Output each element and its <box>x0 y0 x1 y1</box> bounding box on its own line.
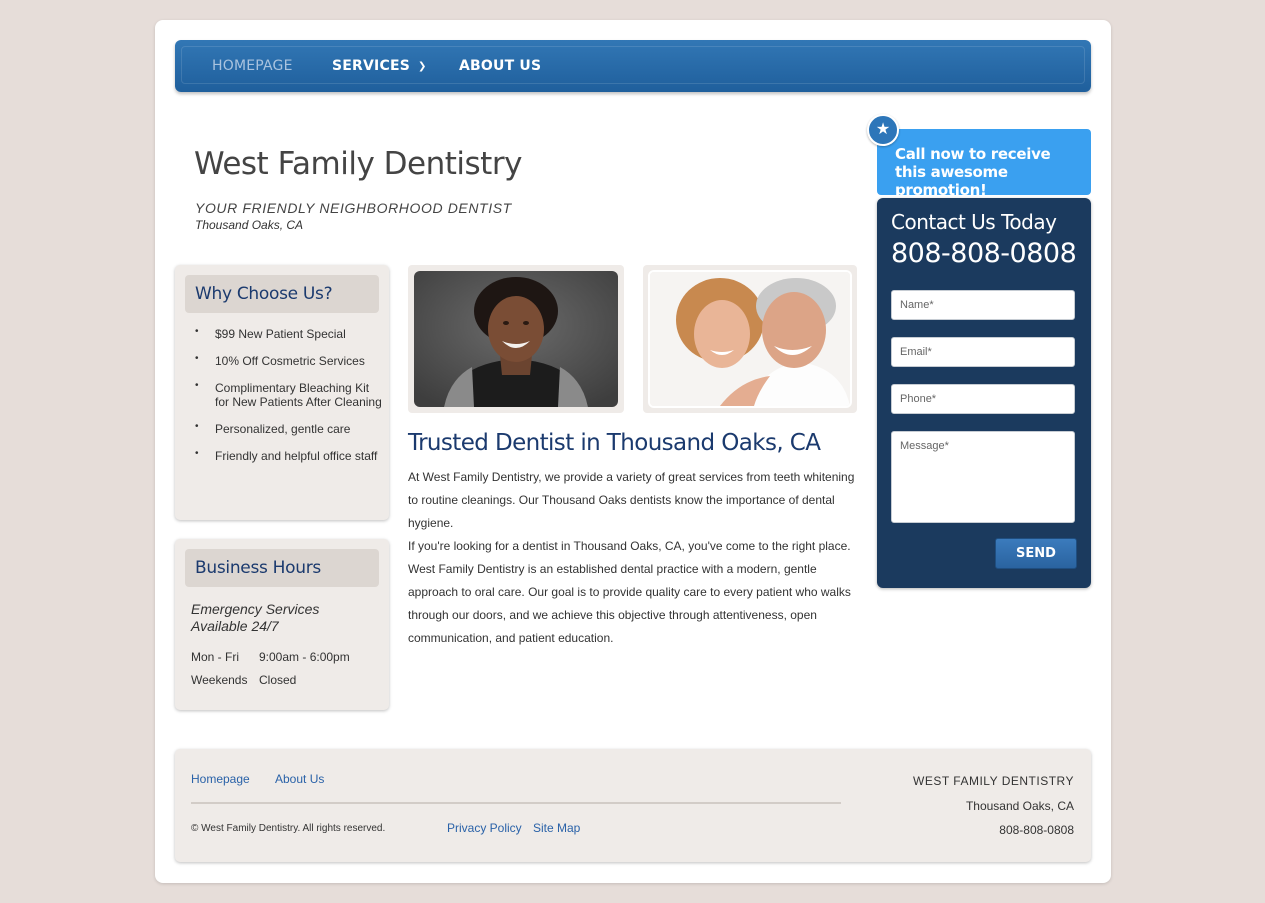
nav-about-label: ABOUT US <box>459 58 542 74</box>
hours-row: Weekends Closed <box>191 673 296 687</box>
nav-services[interactable]: SERVICES ❯ <box>332 40 427 92</box>
footer-phone: 808-808-0808 <box>999 823 1074 837</box>
hours-days: Mon - Fri <box>191 650 239 664</box>
phone-input[interactable] <box>891 384 1075 414</box>
footer-link-homepage[interactable]: Homepage <box>191 772 250 786</box>
business-hours-box: Business Hours Emergency Services Availa… <box>175 539 389 710</box>
nav-about-us[interactable]: ABOUT US <box>459 40 541 92</box>
site-tagline: YOUR FRIENDLY NEIGHBORHOOD DENTIST <box>195 200 512 216</box>
nav-services-label: SERVICES <box>332 58 410 74</box>
footer-city: Thousand Oaks, CA <box>965 799 1074 813</box>
send-button[interactable]: SEND <box>995 538 1077 569</box>
list-item: • $99 New Patient Special <box>195 326 385 341</box>
list-item: • 10% Off Cosmetric Services <box>195 353 385 368</box>
why-item-text: Friendly and helpful office staff <box>215 449 378 463</box>
main-heading: Trusted Dentist in Thousand Oaks, CA <box>408 430 821 456</box>
name-input[interactable] <box>891 290 1075 320</box>
hours-row: Mon - Fri 9:00am - 6:00pm <box>191 650 350 664</box>
photo-couple-frame <box>643 265 857 413</box>
why-item-text: 10% Off Cosmetric Services <box>215 354 365 368</box>
why-choose-title: Why Choose Us? <box>195 284 333 304</box>
list-item: • Friendly and helpful office staff <box>195 448 385 463</box>
business-hours-title: Business Hours <box>195 558 321 578</box>
star-icon: ★ <box>867 114 899 146</box>
message-input[interactable] <box>891 431 1075 523</box>
footer-company-name: WEST FAMILY DENTISTRY <box>913 774 1074 788</box>
main-nav: HOMEPAGE SERVICES ❯ ABOUT US <box>175 40 1091 92</box>
bullet-icon: • <box>195 448 199 459</box>
why-choose-box: Why Choose Us? • $99 New Patient Special … <box>175 265 389 520</box>
email-input[interactable] <box>891 337 1075 367</box>
why-choose-header: Why Choose Us? <box>185 275 379 313</box>
bullet-icon: • <box>195 421 199 432</box>
footer-link-privacy-policy[interactable]: Privacy Policy <box>447 821 522 835</box>
photo-woman <box>414 271 618 407</box>
page-container: HOMEPAGE SERVICES ❯ ABOUT US West Family … <box>155 20 1111 883</box>
hours-time: 9:00am - 6:00pm <box>259 650 350 664</box>
main-body: At West Family Dentistry, we provide a v… <box>408 466 863 650</box>
hours-days: Weekends <box>191 673 248 687</box>
list-item: • Personalized, gentle care <box>195 421 385 436</box>
chevron-down-icon: ❯ <box>418 61 427 72</box>
list-item: • Complimentary Bleaching Kit for New Pat… <box>195 380 385 409</box>
contact-title: Contact Us Today <box>891 210 1057 234</box>
emergency-note: Emergency Services Available 24/7 <box>191 601 320 634</box>
bullet-icon: • <box>195 326 199 337</box>
bullet-icon: • <box>195 380 199 391</box>
footer-link-site-map[interactable]: Site Map <box>533 821 580 835</box>
footer-divider <box>191 802 841 804</box>
main-paragraph: If you're looking for a dentist in Thous… <box>408 539 851 645</box>
hours-time: Closed <box>259 673 297 687</box>
why-choose-list: • $99 New Patient Special • 10% Off Cosmet… <box>195 326 385 476</box>
copyright-text: © West Family Dentistry. All rights rese… <box>191 823 386 834</box>
nav-homepage[interactable]: HOMEPAGE <box>212 40 293 92</box>
contact-phone: 808-808-0808 <box>891 238 1077 269</box>
nav-inner-border <box>181 46 1085 84</box>
nav-homepage-label: HOMEPAGE <box>212 58 293 74</box>
promo-banner[interactable]: Call now to receive this awesome promoti… <box>877 129 1091 199</box>
main-paragraph: At West Family Dentistry, we provide a v… <box>408 470 855 530</box>
photo-woman-frame <box>408 265 624 413</box>
site-title: West Family Dentistry <box>194 146 522 182</box>
bullet-icon: • <box>195 353 199 364</box>
why-item-text: $99 New Patient Special <box>215 327 346 341</box>
promo-text: Call now to receive this awesome promoti… <box>895 145 1051 199</box>
contact-panel: Contact Us Today 808-808-0808 SEND <box>877 198 1091 588</box>
business-hours-header: Business Hours <box>185 549 379 587</box>
site-location: Thousand Oaks, CA <box>195 218 304 232</box>
photo-couple <box>648 270 852 408</box>
why-item-text: Personalized, gentle care <box>215 422 351 436</box>
footer-link-about-us[interactable]: About Us <box>275 772 324 786</box>
why-item-text: Complimentary Bleaching Kit for New Pati… <box>215 381 382 409</box>
footer: Homepage About Us © West Family Dentistr… <box>175 749 1091 862</box>
